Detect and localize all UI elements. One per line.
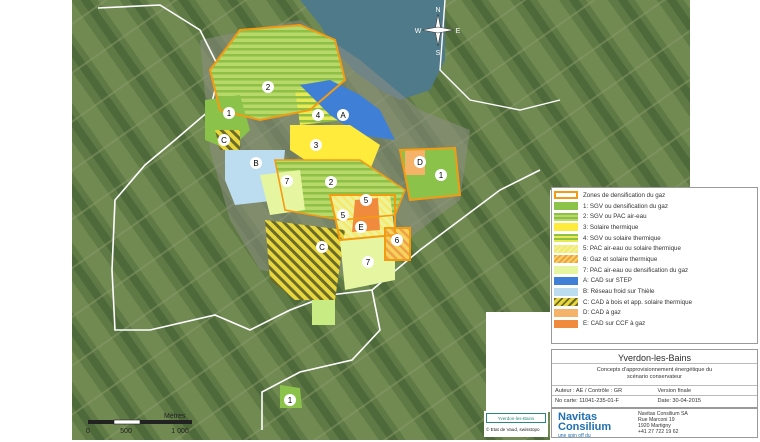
zone-label: E bbox=[358, 223, 363, 232]
zone-label: 7 bbox=[285, 177, 290, 186]
legend-label: Zones de densification du gaz bbox=[583, 191, 666, 199]
legend-item: E: CAD sur CCF à gaz bbox=[552, 318, 757, 329]
zone-label: C bbox=[319, 243, 325, 252]
zone-label: D bbox=[417, 158, 423, 167]
legend-swatch bbox=[554, 276, 578, 285]
legend-item: 3: Solaire thermique bbox=[552, 222, 757, 233]
version-field: Version finale bbox=[657, 387, 692, 394]
svg-text:N: N bbox=[435, 7, 440, 14]
legend-swatch bbox=[554, 308, 578, 317]
legend-swatch bbox=[554, 191, 578, 200]
svg-text:W: W bbox=[415, 28, 422, 35]
legend-label: D: CAD à gaz bbox=[583, 309, 621, 317]
legend-item: 1: SGV ou densification du gaz bbox=[552, 201, 757, 212]
zone-label: 1 bbox=[288, 396, 293, 405]
legend-label: A: CAD sur STEP bbox=[583, 277, 632, 285]
legend-swatch bbox=[554, 319, 578, 328]
title-block: Yverdon-les-Bains Concepts d'approvision… bbox=[551, 349, 758, 408]
legend-item: 7: PAC air-eau ou densification du gaz bbox=[552, 265, 757, 276]
company-block: Navitas Consilium une spin off du Navita… bbox=[551, 408, 758, 439]
legend-label: E: CAD sur CCF à gaz bbox=[583, 320, 646, 328]
map-subtitle: Concepts d'approvisionnement énergétique… bbox=[552, 364, 757, 386]
map-legend: Zones de densification du gaz 1: SGV ou d… bbox=[551, 187, 758, 344]
legend-item: A: CAD sur STEP bbox=[552, 276, 757, 287]
svg-text:E: E bbox=[456, 28, 461, 35]
legend-label: 6: Gaz et solaire thermique bbox=[583, 255, 658, 263]
legend-label: 2: SGV ou PAC air-eau bbox=[583, 213, 647, 221]
company-tagline: une spin off du bbox=[558, 433, 591, 439]
legend-swatch bbox=[554, 234, 578, 243]
partner-logo: Yverdon-les-Bains © Etat de Vaud, swisst… bbox=[484, 411, 548, 437]
legend-item: 4: SGV ou solaire thermique bbox=[552, 233, 757, 244]
legend-label: B: Réseau froid sur Thièle bbox=[583, 288, 655, 296]
zone-label: 2 bbox=[329, 178, 334, 187]
zone-label: 5 bbox=[341, 211, 346, 220]
scale-tick: 0 bbox=[86, 428, 90, 435]
legend-swatch bbox=[554, 266, 578, 275]
zone-label: 1 bbox=[227, 109, 232, 118]
legend-swatch bbox=[554, 202, 578, 211]
map-title: Yverdon-les-Bains bbox=[552, 350, 757, 364]
legend-swatch bbox=[554, 255, 578, 264]
scale-unit: Mètres bbox=[164, 413, 186, 420]
author-field: Auteur : AE / Contrôle : GR bbox=[555, 387, 623, 394]
zone-label: B bbox=[253, 159, 258, 168]
legend-label: 7: PAC air-eau ou densification du gaz bbox=[583, 266, 689, 274]
date-field: Date: 30-04-2015 bbox=[657, 398, 702, 404]
legend-swatch bbox=[554, 244, 578, 253]
company-logo: Navitas Consilium bbox=[558, 411, 612, 433]
legend-swatch bbox=[554, 298, 578, 307]
legend-item: Zones de densification du gaz bbox=[552, 190, 757, 201]
legend-label: 5: PAC air-eau ou solaire thermique bbox=[583, 245, 681, 253]
legend-item: C: CAD à bois et app. solaire thermique bbox=[552, 297, 757, 308]
zone-label: 7 bbox=[366, 258, 371, 267]
svg-text:S: S bbox=[436, 50, 441, 57]
legend-label: C: CAD à bois et app. solaire thermique bbox=[583, 298, 693, 306]
zone-label: C bbox=[221, 136, 227, 145]
scale-bar: Mètres 0 500 1 000 bbox=[80, 411, 200, 437]
scale-tick: 1 000 bbox=[171, 428, 189, 435]
legend-item: 2: SGV ou PAC air-eau bbox=[552, 211, 757, 222]
legend-label: 4: SGV ou solaire thermique bbox=[583, 234, 661, 242]
zone-label: 4 bbox=[316, 111, 321, 120]
legend-item: 6: Gaz et solaire thermique bbox=[552, 254, 757, 265]
legend-swatch bbox=[554, 287, 578, 296]
company-address: Navitas Consilium SA Rue Marconi 19 1920… bbox=[638, 411, 688, 435]
source-credit: © Etat de Vaud, swisstopo bbox=[486, 427, 540, 432]
legend-label: 1: SGV ou densification du gaz bbox=[583, 202, 668, 210]
zone-label: 6 bbox=[395, 236, 400, 245]
legend-label: 3: Solaire thermique bbox=[583, 223, 639, 231]
card-number: No carte: 11041-235-01-F bbox=[555, 398, 619, 404]
zone-label: 5 bbox=[364, 196, 369, 205]
zone-label: 3 bbox=[314, 141, 319, 150]
legend-item: D: CAD à gaz bbox=[552, 308, 757, 319]
legend-swatch bbox=[554, 212, 578, 221]
zone-label: A bbox=[340, 111, 346, 120]
legend-item: 5: PAC air-eau ou solaire thermique bbox=[552, 243, 757, 254]
legend-item: B: Réseau froid sur Thièle bbox=[552, 286, 757, 297]
zone-label: 1 bbox=[439, 171, 444, 180]
scale-tick: 500 bbox=[120, 428, 132, 435]
legend-swatch bbox=[554, 223, 578, 232]
zone-label: 2 bbox=[266, 83, 271, 92]
